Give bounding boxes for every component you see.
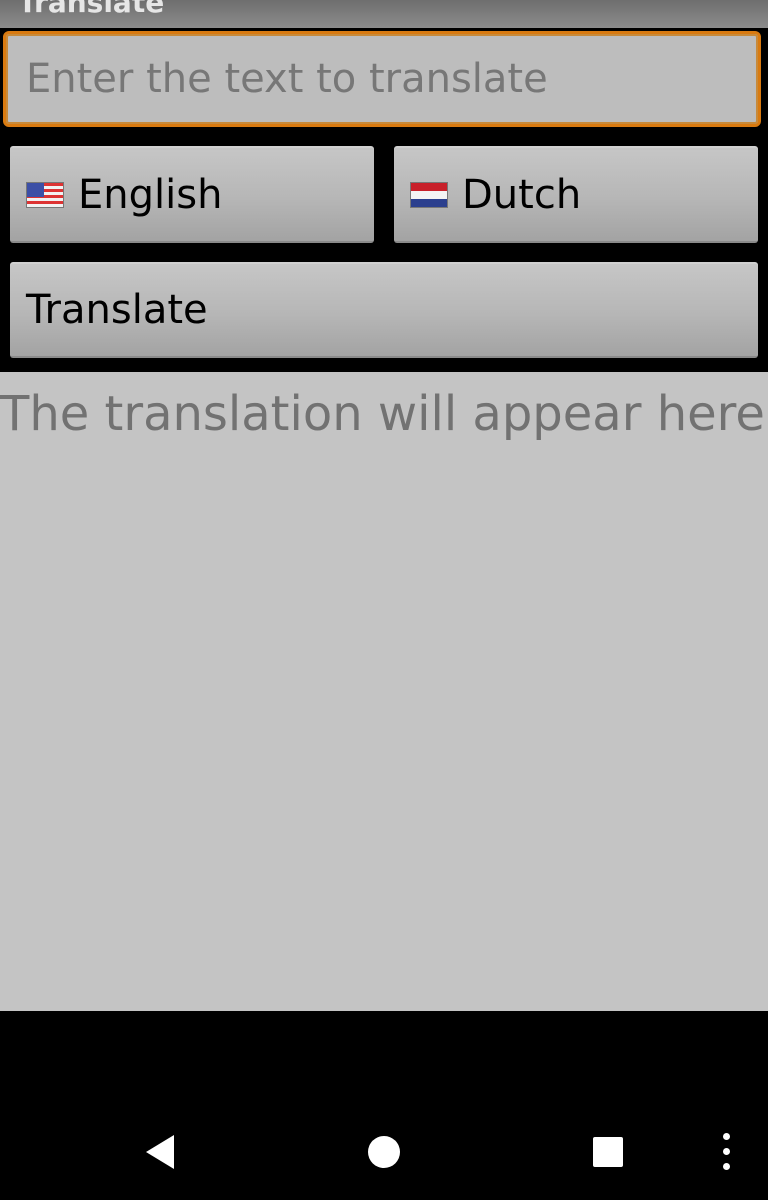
- source-language-button[interactable]: English: [10, 146, 374, 243]
- title-bar: Translate: [0, 0, 768, 28]
- system-navigation-bar: [0, 1104, 768, 1200]
- translation-output: The translation will appear here: [0, 372, 768, 1011]
- back-icon[interactable]: [146, 1135, 174, 1169]
- overflow-menu-icon[interactable]: [723, 1133, 731, 1171]
- target-language-button[interactable]: Dutch: [394, 146, 758, 243]
- source-text-input[interactable]: Enter the text to translate: [3, 31, 761, 127]
- home-icon[interactable]: [368, 1136, 400, 1168]
- recents-icon[interactable]: [593, 1137, 623, 1167]
- translate-button[interactable]: Translate: [10, 262, 758, 358]
- target-language-label: Dutch: [462, 171, 582, 218]
- netherlands-flag-icon: [410, 181, 448, 208]
- translation-output-text: The translation will appear here: [0, 386, 765, 442]
- us-flag-icon: [26, 181, 64, 208]
- app-title: Translate: [18, 0, 165, 19]
- source-language-label: English: [78, 171, 223, 218]
- source-text-placeholder: Enter the text to translate: [26, 56, 548, 102]
- translate-button-label: Translate: [26, 287, 208, 333]
